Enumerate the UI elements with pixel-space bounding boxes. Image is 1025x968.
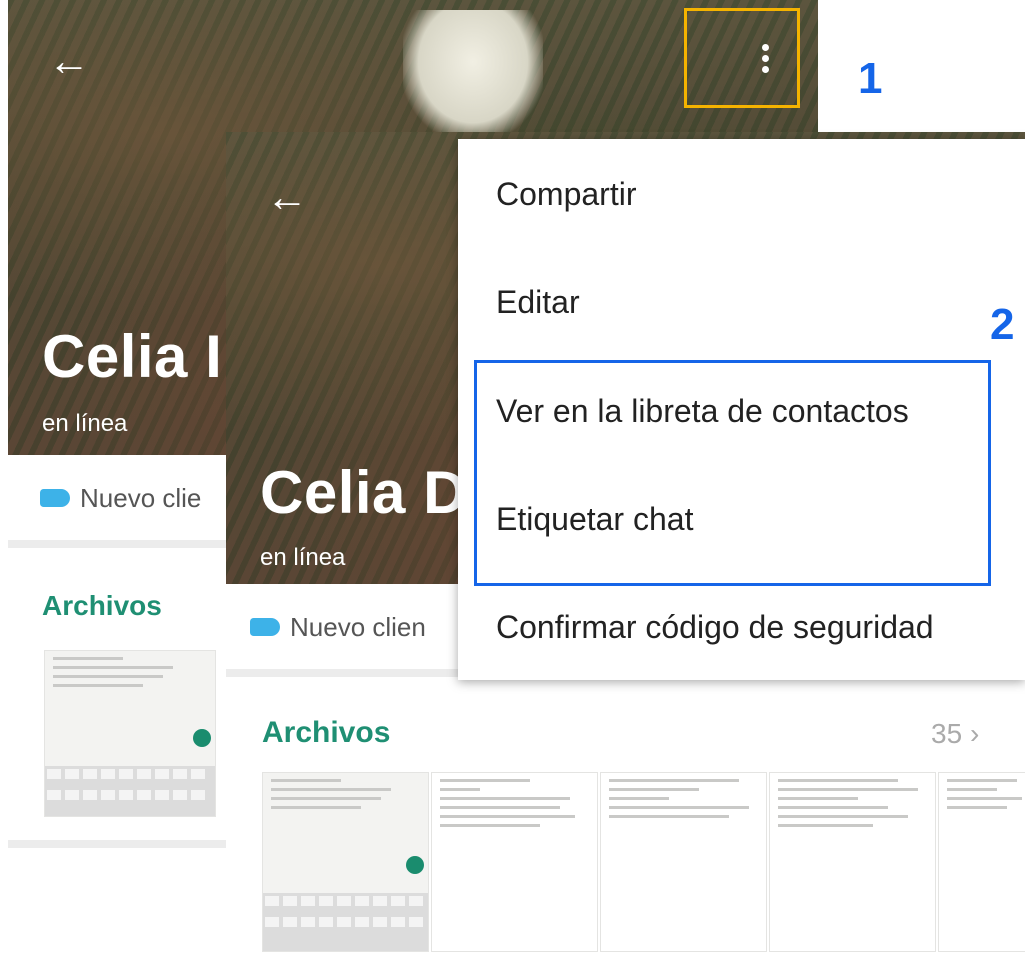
- chat-label-text: Nuevo clien: [290, 612, 426, 642]
- files-count-link[interactable]: 35 ›: [931, 718, 979, 750]
- file-thumbnail[interactable]: [44, 650, 216, 817]
- file-thumbnail[interactable]: [769, 772, 936, 952]
- send-button-icon: [193, 729, 211, 747]
- send-button-icon: [406, 856, 424, 874]
- step-2-number: 2: [990, 300, 1015, 349]
- contact-name: Celia D: [260, 459, 467, 526]
- back-arrow-icon[interactable]: ←: [266, 176, 308, 218]
- highlight-step1: [684, 8, 800, 108]
- files-title: Archivos: [262, 716, 391, 749]
- highlight-step2: [474, 360, 991, 586]
- files-title: Archivos: [42, 590, 162, 621]
- file-thumbnail[interactable]: [938, 772, 1025, 952]
- files-count: 35: [931, 718, 963, 749]
- back-arrow-icon[interactable]: ←: [48, 40, 90, 82]
- divider: [8, 840, 238, 848]
- file-thumbnail[interactable]: [262, 772, 429, 952]
- label-icon: [250, 618, 280, 636]
- label-icon: [40, 489, 70, 507]
- contact-name: Celia I: [42, 323, 223, 390]
- step-1-number: 1: [858, 54, 883, 103]
- chevron-right-icon: ›: [969, 718, 980, 749]
- keyboard-preview: [263, 893, 428, 951]
- menu-item-confirmar-codigo[interactable]: Confirmar código de seguridad: [496, 609, 934, 646]
- file-thumbnail[interactable]: [431, 772, 598, 952]
- contact-status: en línea: [260, 544, 346, 571]
- hiker-figure: [403, 10, 543, 140]
- menu-item-editar[interactable]: Editar: [496, 284, 580, 321]
- file-thumbnail[interactable]: [600, 772, 767, 952]
- menu-item-compartir[interactable]: Compartir: [496, 176, 636, 213]
- chat-label-text: Nuevo clie: [80, 483, 202, 513]
- contact-status: en línea: [42, 410, 128, 437]
- keyboard-preview: [45, 766, 215, 816]
